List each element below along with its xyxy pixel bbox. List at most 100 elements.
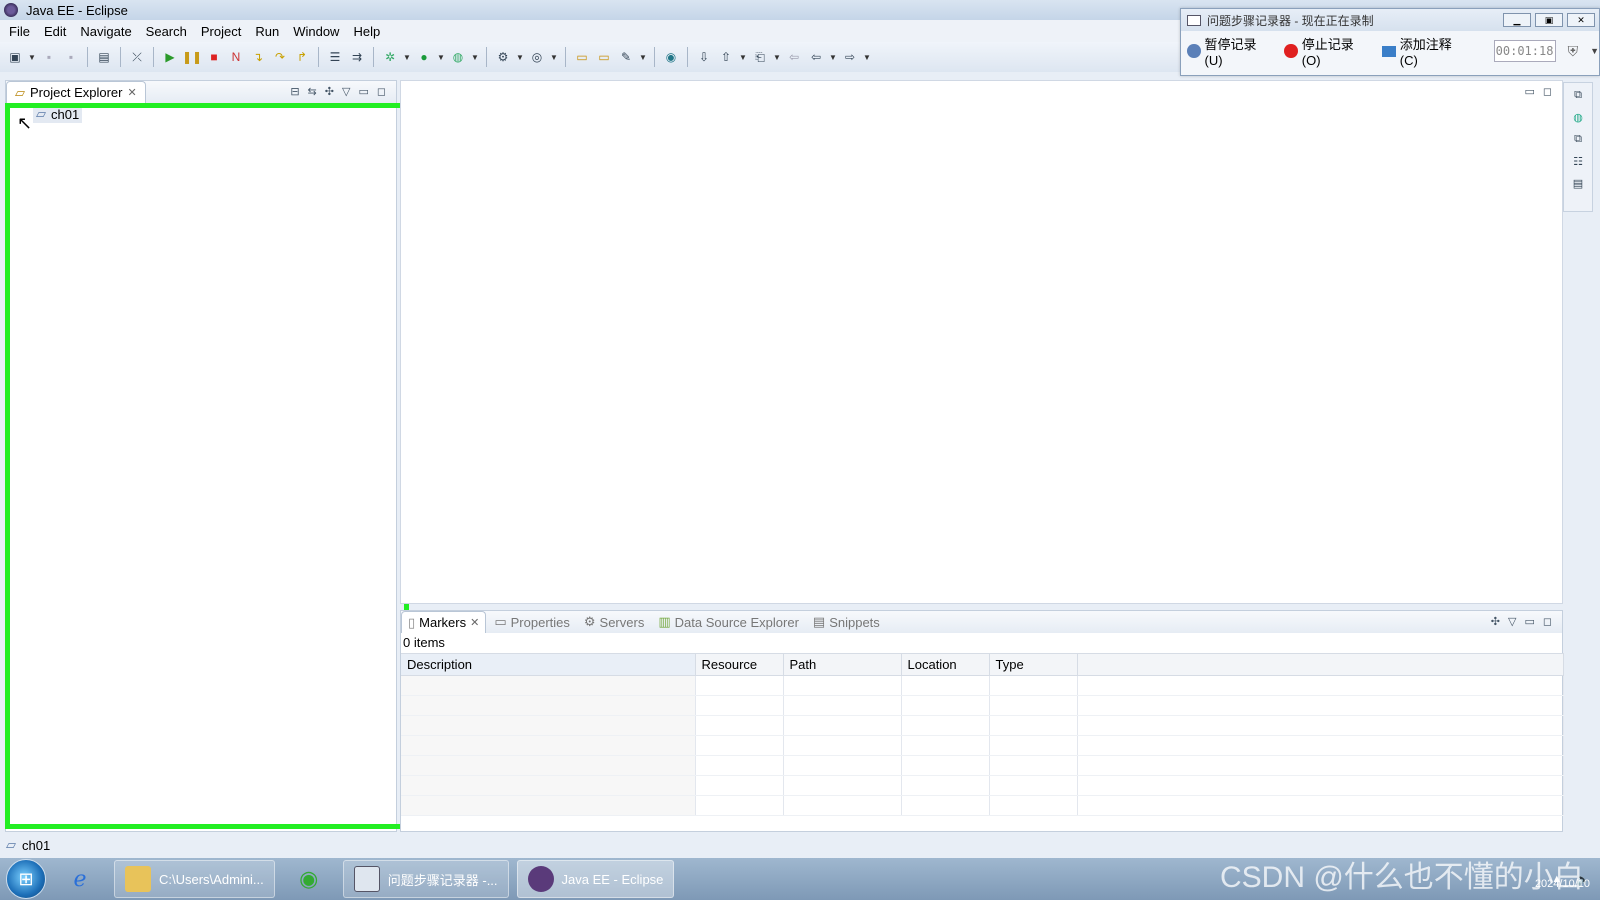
maximize-icon[interactable]: ◻ <box>1543 85 1552 98</box>
print-icon[interactable]: ▤ <box>95 48 113 66</box>
prev-annotation-icon[interactable]: ⇧ <box>717 48 735 66</box>
minimize-icon[interactable]: ▭ <box>358 85 368 98</box>
new-dropdown-icon[interactable]: ▼ <box>28 48 36 66</box>
back-icon[interactable]: ⇦ <box>785 48 803 66</box>
internet-explorer-icon[interactable]: ℯ <box>54 860 106 898</box>
link-with-editor-icon[interactable]: ⇆ <box>308 85 317 98</box>
step-return-icon[interactable]: ↱ <box>293 48 311 66</box>
search-icon[interactable]: ✎ <box>617 48 635 66</box>
browser-icon[interactable]: ◉ <box>283 860 335 898</box>
toolbar-separator <box>486 47 487 67</box>
view-menu-icon[interactable]: ▽ <box>342 85 350 98</box>
close-icon[interactable]: ✕ <box>127 86 136 99</box>
menu-run[interactable]: Run <box>248 24 286 39</box>
save-all-icon[interactable]: ▪ <box>62 48 80 66</box>
tree-item-project[interactable]: ▱ ch01 <box>33 105 83 123</box>
view-menu-icon[interactable]: ▽ <box>1508 615 1516 628</box>
menu-help[interactable]: Help <box>346 24 387 39</box>
back-nav-icon[interactable]: ⇦ <box>807 48 825 66</box>
skip-breakpoints-icon[interactable]: ⤫ <box>128 48 146 66</box>
editor-area[interactable]: ▭ ◻ <box>400 80 1563 604</box>
save-icon[interactable]: ▪ <box>40 48 58 66</box>
restore-view-icon[interactable]: ⧉ <box>1571 89 1585 103</box>
column-header-type[interactable]: Type <box>989 653 1078 676</box>
use-step-filters-icon[interactable]: ⇉ <box>348 48 366 66</box>
new-web-service-dropdown-icon[interactable]: ▼ <box>550 48 558 66</box>
tab-snippets[interactable]: ▤ Snippets <box>807 611 886 633</box>
restore-view-icon[interactable]: ⧉ <box>1571 133 1585 147</box>
column-header-resource[interactable]: Resource <box>695 653 784 676</box>
focus-on-task-icon[interactable]: ✣ <box>325 85 334 98</box>
forward-dropdown-icon[interactable]: ▼ <box>863 48 871 66</box>
globe-icon[interactable]: ◉ <box>662 48 680 66</box>
new-server-dropdown-icon[interactable]: ▼ <box>516 48 524 66</box>
menu-edit[interactable]: Edit <box>37 24 73 39</box>
java-ee-perspective-icon[interactable]: ◍ <box>1571 111 1585 125</box>
run-dropdown-icon[interactable]: ▼ <box>437 48 445 66</box>
menu-window[interactable]: Window <box>286 24 346 39</box>
taskbar-eclipse[interactable]: Java EE - Eclipse <box>516 860 675 898</box>
step-over-icon[interactable]: ↷ <box>271 48 289 66</box>
restore-icon[interactable]: ▣ <box>1535 13 1563 27</box>
help-shield-icon[interactable]: ⛨ <box>1568 43 1579 60</box>
pause-record-button[interactable]: 暂停记录(U) <box>1187 34 1272 68</box>
add-comment-button[interactable]: 添加注释(C) <box>1382 34 1467 68</box>
open-task-icon[interactable]: ▭ <box>595 48 613 66</box>
open-type-icon[interactable]: ▭ <box>573 48 591 66</box>
close-icon[interactable]: ✕ <box>1567 13 1595 27</box>
recorder-dropdown-icon[interactable]: ▼ <box>1590 46 1599 56</box>
debug-dropdown-icon[interactable]: ▼ <box>403 48 411 66</box>
minimize-icon[interactable]: ▭ <box>1524 85 1534 98</box>
tab-servers[interactable]: ⚙ Servers <box>578 611 650 633</box>
task-list-icon[interactable]: ▤ <box>1571 177 1585 191</box>
debug-icon[interactable]: ✲ <box>381 48 399 66</box>
back-dropdown-icon[interactable]: ▼ <box>829 48 837 66</box>
clock-date[interactable]: 2024/10/10 <box>1535 878 1590 890</box>
status-bar: ▱ ch01 <box>0 834 1600 856</box>
bottom-view-tools: ✣ ▽ ▭ ◻ <box>1491 615 1552 628</box>
suspend-icon[interactable]: ❚❚ <box>182 48 202 66</box>
new-server-icon[interactable]: ⚙ <box>494 48 512 66</box>
next-annotation-icon[interactable]: ⇩ <box>695 48 713 66</box>
annotation-dropdown-icon[interactable]: ▼ <box>739 48 747 66</box>
tab-data-source-explorer[interactable]: ▥ Data Source Explorer <box>652 611 805 633</box>
forward-icon[interactable]: ⇨ <box>841 48 859 66</box>
last-edit-dropdown-icon[interactable]: ▼ <box>773 48 781 66</box>
maximize-icon[interactable]: ◻ <box>377 85 386 98</box>
tab-project-explorer[interactable]: ▱ Project Explorer ✕ <box>6 81 146 103</box>
run-last-tool-icon[interactable]: ◍ <box>449 48 467 66</box>
maximize-icon[interactable]: ◻ <box>1543 615 1552 628</box>
minimize-icon[interactable]: ▭ <box>1524 615 1534 628</box>
start-button[interactable]: ⊞ <box>6 859 46 899</box>
taskbar-explorer[interactable]: C:\Users\Admini... <box>114 860 275 898</box>
last-edit-icon[interactable]: ⎗ <box>751 48 769 66</box>
menu-project[interactable]: Project <box>194 24 248 39</box>
run-icon[interactable]: ● <box>415 48 433 66</box>
tab-markers[interactable]: ▯ Markers ✕ <box>401 611 487 633</box>
resume-icon[interactable]: ▶ <box>161 48 179 66</box>
column-header-path[interactable]: Path <box>783 653 902 676</box>
column-header-location[interactable]: Location <box>901 653 990 676</box>
menu-search[interactable]: Search <box>139 24 194 39</box>
taskbar-steps-recorder[interactable]: 问题步骤记录器 -... <box>342 860 509 898</box>
disconnect-icon[interactable]: N <box>227 48 245 66</box>
terminate-icon[interactable]: ■ <box>205 48 223 66</box>
search-dropdown-icon[interactable]: ▼ <box>639 48 647 66</box>
step-into-icon[interactable]: ↴ <box>249 48 267 66</box>
menu-file[interactable]: File <box>2 24 37 39</box>
new-icon[interactable]: ▣ <box>6 48 24 66</box>
comment-icon <box>1382 45 1396 57</box>
collapse-all-icon[interactable]: ⊟ <box>290 85 299 98</box>
run-last-tool-dropdown-icon[interactable]: ▼ <box>471 48 479 66</box>
focus-on-task-icon[interactable]: ✣ <box>1491 615 1500 628</box>
column-header-description[interactable]: Description <box>401 653 696 676</box>
close-icon[interactable]: ✕ <box>470 616 479 629</box>
stop-record-button[interactable]: 停止记录(O) <box>1284 34 1370 68</box>
drop-to-frame-icon[interactable]: ☰ <box>326 48 344 66</box>
tab-properties[interactable]: ▭ Properties <box>488 611 576 633</box>
pause-record-label: 暂停记录(U) <box>1204 37 1257 68</box>
menu-navigate[interactable]: Navigate <box>73 24 138 39</box>
minimize-icon[interactable]: ▁ <box>1503 13 1531 27</box>
new-web-service-icon[interactable]: ◎ <box>528 48 546 66</box>
outline-icon[interactable]: ☷ <box>1571 155 1585 169</box>
